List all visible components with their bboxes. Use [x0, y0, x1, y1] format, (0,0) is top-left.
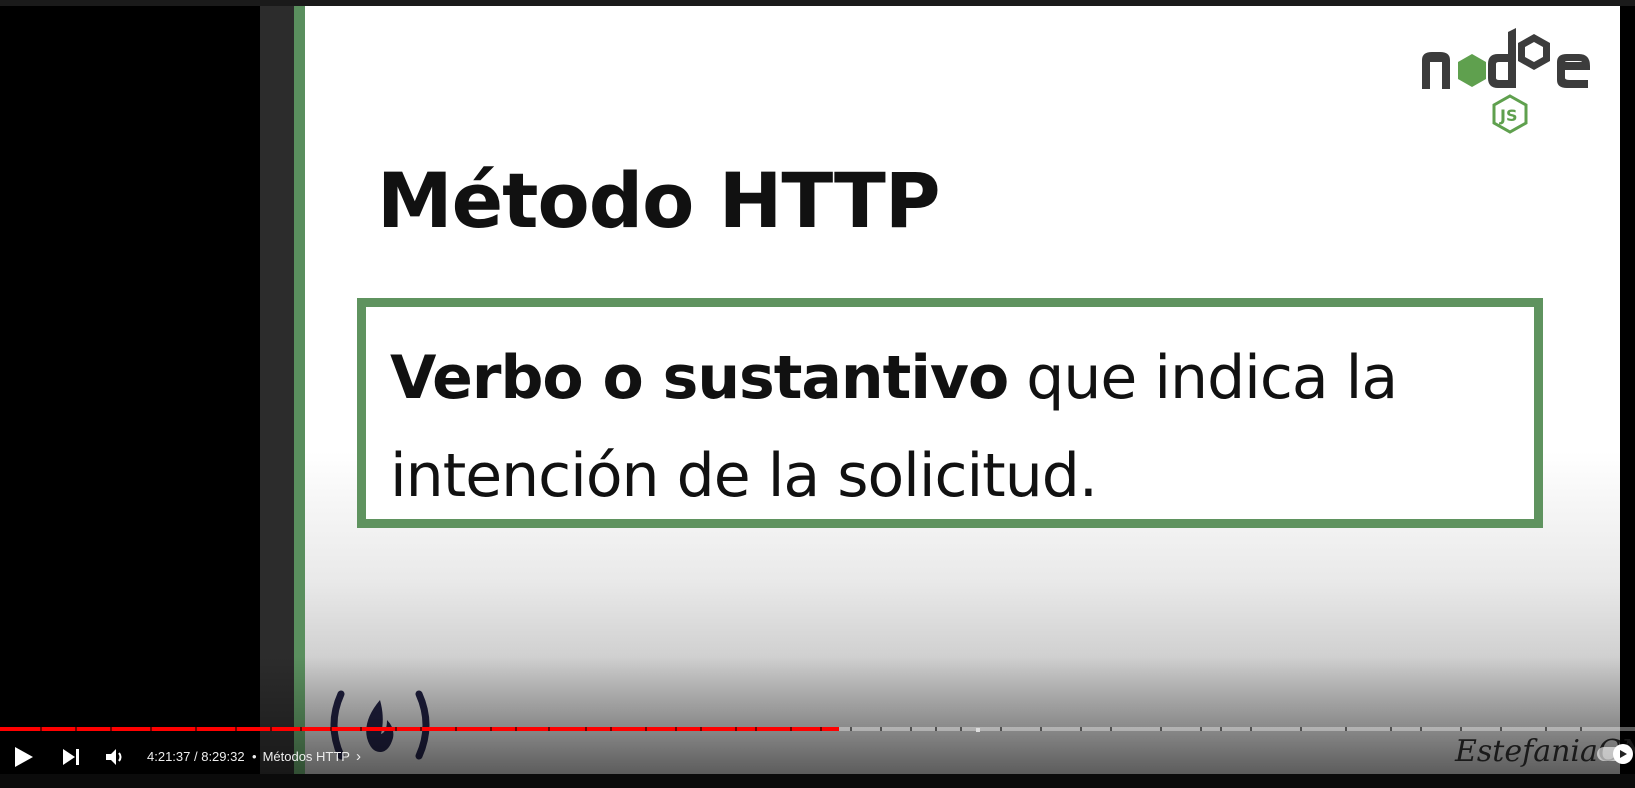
- chapter-button[interactable]: • Métodos HTTP ›: [252, 749, 361, 764]
- chapter-marker: [935, 727, 937, 731]
- chapter-marker: [645, 727, 647, 731]
- chapter-marker: [300, 727, 302, 731]
- chapter-marker: [1500, 727, 1502, 731]
- next-icon: [63, 749, 79, 765]
- chapter-marker: [1390, 727, 1392, 731]
- scrubber-handle[interactable]: [976, 728, 980, 732]
- chapter-marker: [1580, 727, 1582, 731]
- chapter-marker: [270, 727, 272, 731]
- nodejs-logo-badge: JS: [1499, 106, 1517, 125]
- chapter-marker: [150, 727, 152, 731]
- chapter-marker: [910, 727, 912, 731]
- definition-bold: Verbo o sustantivo: [390, 343, 1009, 413]
- chapter-title: Métodos HTTP: [262, 749, 350, 764]
- video-player[interactable]: JS Método HTTP Verbo o sustantivo que in…: [0, 6, 1635, 774]
- chapter-separator: •: [252, 749, 257, 764]
- volume-button[interactable]: [100, 742, 130, 772]
- play-icon: [15, 747, 33, 767]
- chapter-marker: [1420, 727, 1422, 731]
- chapter-marker: [195, 727, 197, 731]
- page-bottom-strip: [0, 774, 1635, 788]
- chapter-marker: [1110, 727, 1112, 731]
- chapter-marker: [1250, 727, 1252, 731]
- chapter-marker: [735, 727, 737, 731]
- controls-gradient: [0, 656, 1635, 774]
- chapter-marker: [455, 727, 457, 731]
- chapter-marker: [1345, 727, 1347, 731]
- chapter-marker: [490, 727, 492, 731]
- chapter-marker: [960, 727, 962, 731]
- chapter-marker: [880, 727, 882, 731]
- definition-text: Verbo o sustantivo que indica la intenci…: [390, 329, 1510, 525]
- time-display: 4:21:37 / 8:29:32: [147, 749, 245, 764]
- chapter-marker: [40, 727, 42, 731]
- chevron-right-icon: ›: [355, 748, 361, 765]
- play-button[interactable]: [8, 742, 38, 772]
- chapter-marker: [610, 727, 612, 731]
- autoplay-icon: [1613, 744, 1633, 764]
- chapter-marker: [110, 727, 112, 731]
- chapter-marker: [790, 727, 792, 731]
- chapter-marker: [330, 727, 332, 731]
- chapter-marker: [700, 727, 702, 731]
- chapter-marker: [1080, 727, 1082, 731]
- nodejs-logo: JS: [1420, 24, 1595, 141]
- chapter-marker: [820, 727, 822, 731]
- chapter-marker: [1200, 727, 1202, 731]
- chapter-marker: [360, 727, 362, 731]
- slide-title: Método HTTP: [377, 156, 941, 245]
- chapter-marker: [1000, 727, 1002, 731]
- chapter-marker: [75, 727, 77, 731]
- volume-icon: [106, 749, 122, 765]
- next-button[interactable]: [56, 742, 86, 772]
- chapter-marker: [1040, 727, 1042, 731]
- chapter-marker: [1460, 727, 1462, 731]
- chapter-marker: [235, 727, 237, 731]
- chapter-marker: [755, 727, 757, 731]
- chapter-marker: [1160, 727, 1162, 731]
- autoplay-toggle[interactable]: [1597, 744, 1633, 764]
- progress-bar[interactable]: [0, 727, 1635, 731]
- chapter-marker: [850, 727, 852, 731]
- chapter-marker: [548, 727, 550, 731]
- chapter-marker: [1545, 727, 1547, 731]
- chapter-marker: [675, 727, 677, 731]
- chapter-marker: [395, 727, 397, 731]
- chapter-marker: [585, 727, 587, 731]
- chapter-marker: [515, 727, 517, 731]
- chapter-marker: [1300, 727, 1302, 731]
- definition-box: Verbo o sustantivo que indica la intenci…: [357, 298, 1543, 528]
- chapter-marker: [420, 727, 422, 731]
- chapter-marker: [1220, 727, 1222, 731]
